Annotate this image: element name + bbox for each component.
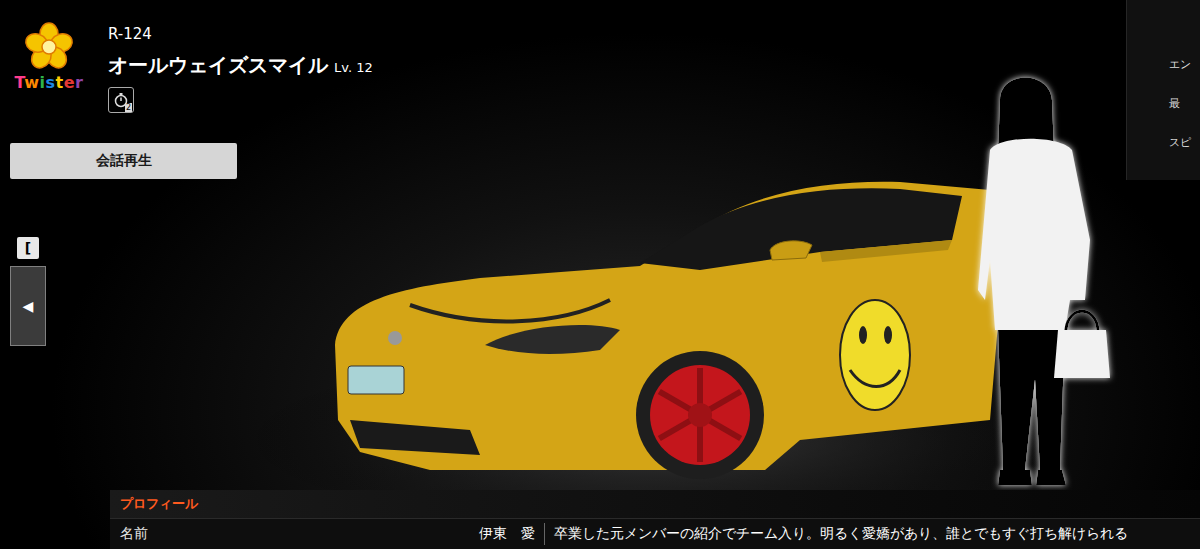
- driver-silhouette: [978, 78, 1110, 486]
- stats-item: スピ: [1169, 136, 1200, 149]
- timer-badge: 2: [108, 87, 134, 113]
- stats-item: エン: [1169, 58, 1200, 71]
- team-level: Lv. 12: [334, 60, 373, 75]
- team-name: オールウェイズスマイル: [108, 52, 328, 79]
- stats-panel: エン最スピ: [1126, 0, 1200, 180]
- prev-button[interactable]: ◀: [10, 266, 46, 346]
- team-header: Twister R-124 オールウェイズスマイル Lv. 12 2: [0, 0, 373, 113]
- row-divider: [544, 523, 545, 545]
- logo-text: Twister: [15, 74, 84, 92]
- left-column: Twister R-124 オールウェイズスマイル Lv. 12 2 会話再生 [ ◀: [0, 0, 1200, 346]
- badge-count: 2: [125, 103, 132, 112]
- profile-description: 卒業した元メンバーの紹介でチーム入り。明るく愛嬌があり、誰とでもすぐ打ち解けられ…: [554, 525, 1200, 543]
- team-title: R-124 オールウェイズスマイル Lv. 12 2: [108, 22, 373, 113]
- team-logo: Twister: [12, 22, 86, 113]
- profile-row: 名前伊東 愛 卒業した元メンバーの紹介でチーム入り。明るく愛嬌があり、誰とでもすぐ…: [110, 518, 1200, 549]
- team-name-row: オールウェイズスマイル Lv. 12: [108, 52, 373, 79]
- team-id: R-124: [108, 24, 373, 44]
- team-member-screen: Twister R-124 オールウェイズスマイル Lv. 12 2 会話再生 [ ◀ エン最ス…: [0, 0, 1200, 549]
- flower-logo-icon: [24, 22, 74, 72]
- play-conversation-button[interactable]: 会話再生: [10, 143, 237, 179]
- stats-item: 最: [1169, 97, 1200, 110]
- key-hint: [: [17, 237, 39, 259]
- profile-panel: プロフィール名前伊東 愛 卒業した元メンバーの紹介でチーム入り。明るく愛嬌があり、…: [110, 490, 1200, 549]
- garage-scene: [0, 0, 1200, 549]
- profile-title: プロフィール: [110, 490, 1200, 518]
- car-illustration: [335, 182, 1000, 479]
- profile-label: 名前: [110, 525, 260, 543]
- profile-name: 伊東 愛: [260, 525, 535, 543]
